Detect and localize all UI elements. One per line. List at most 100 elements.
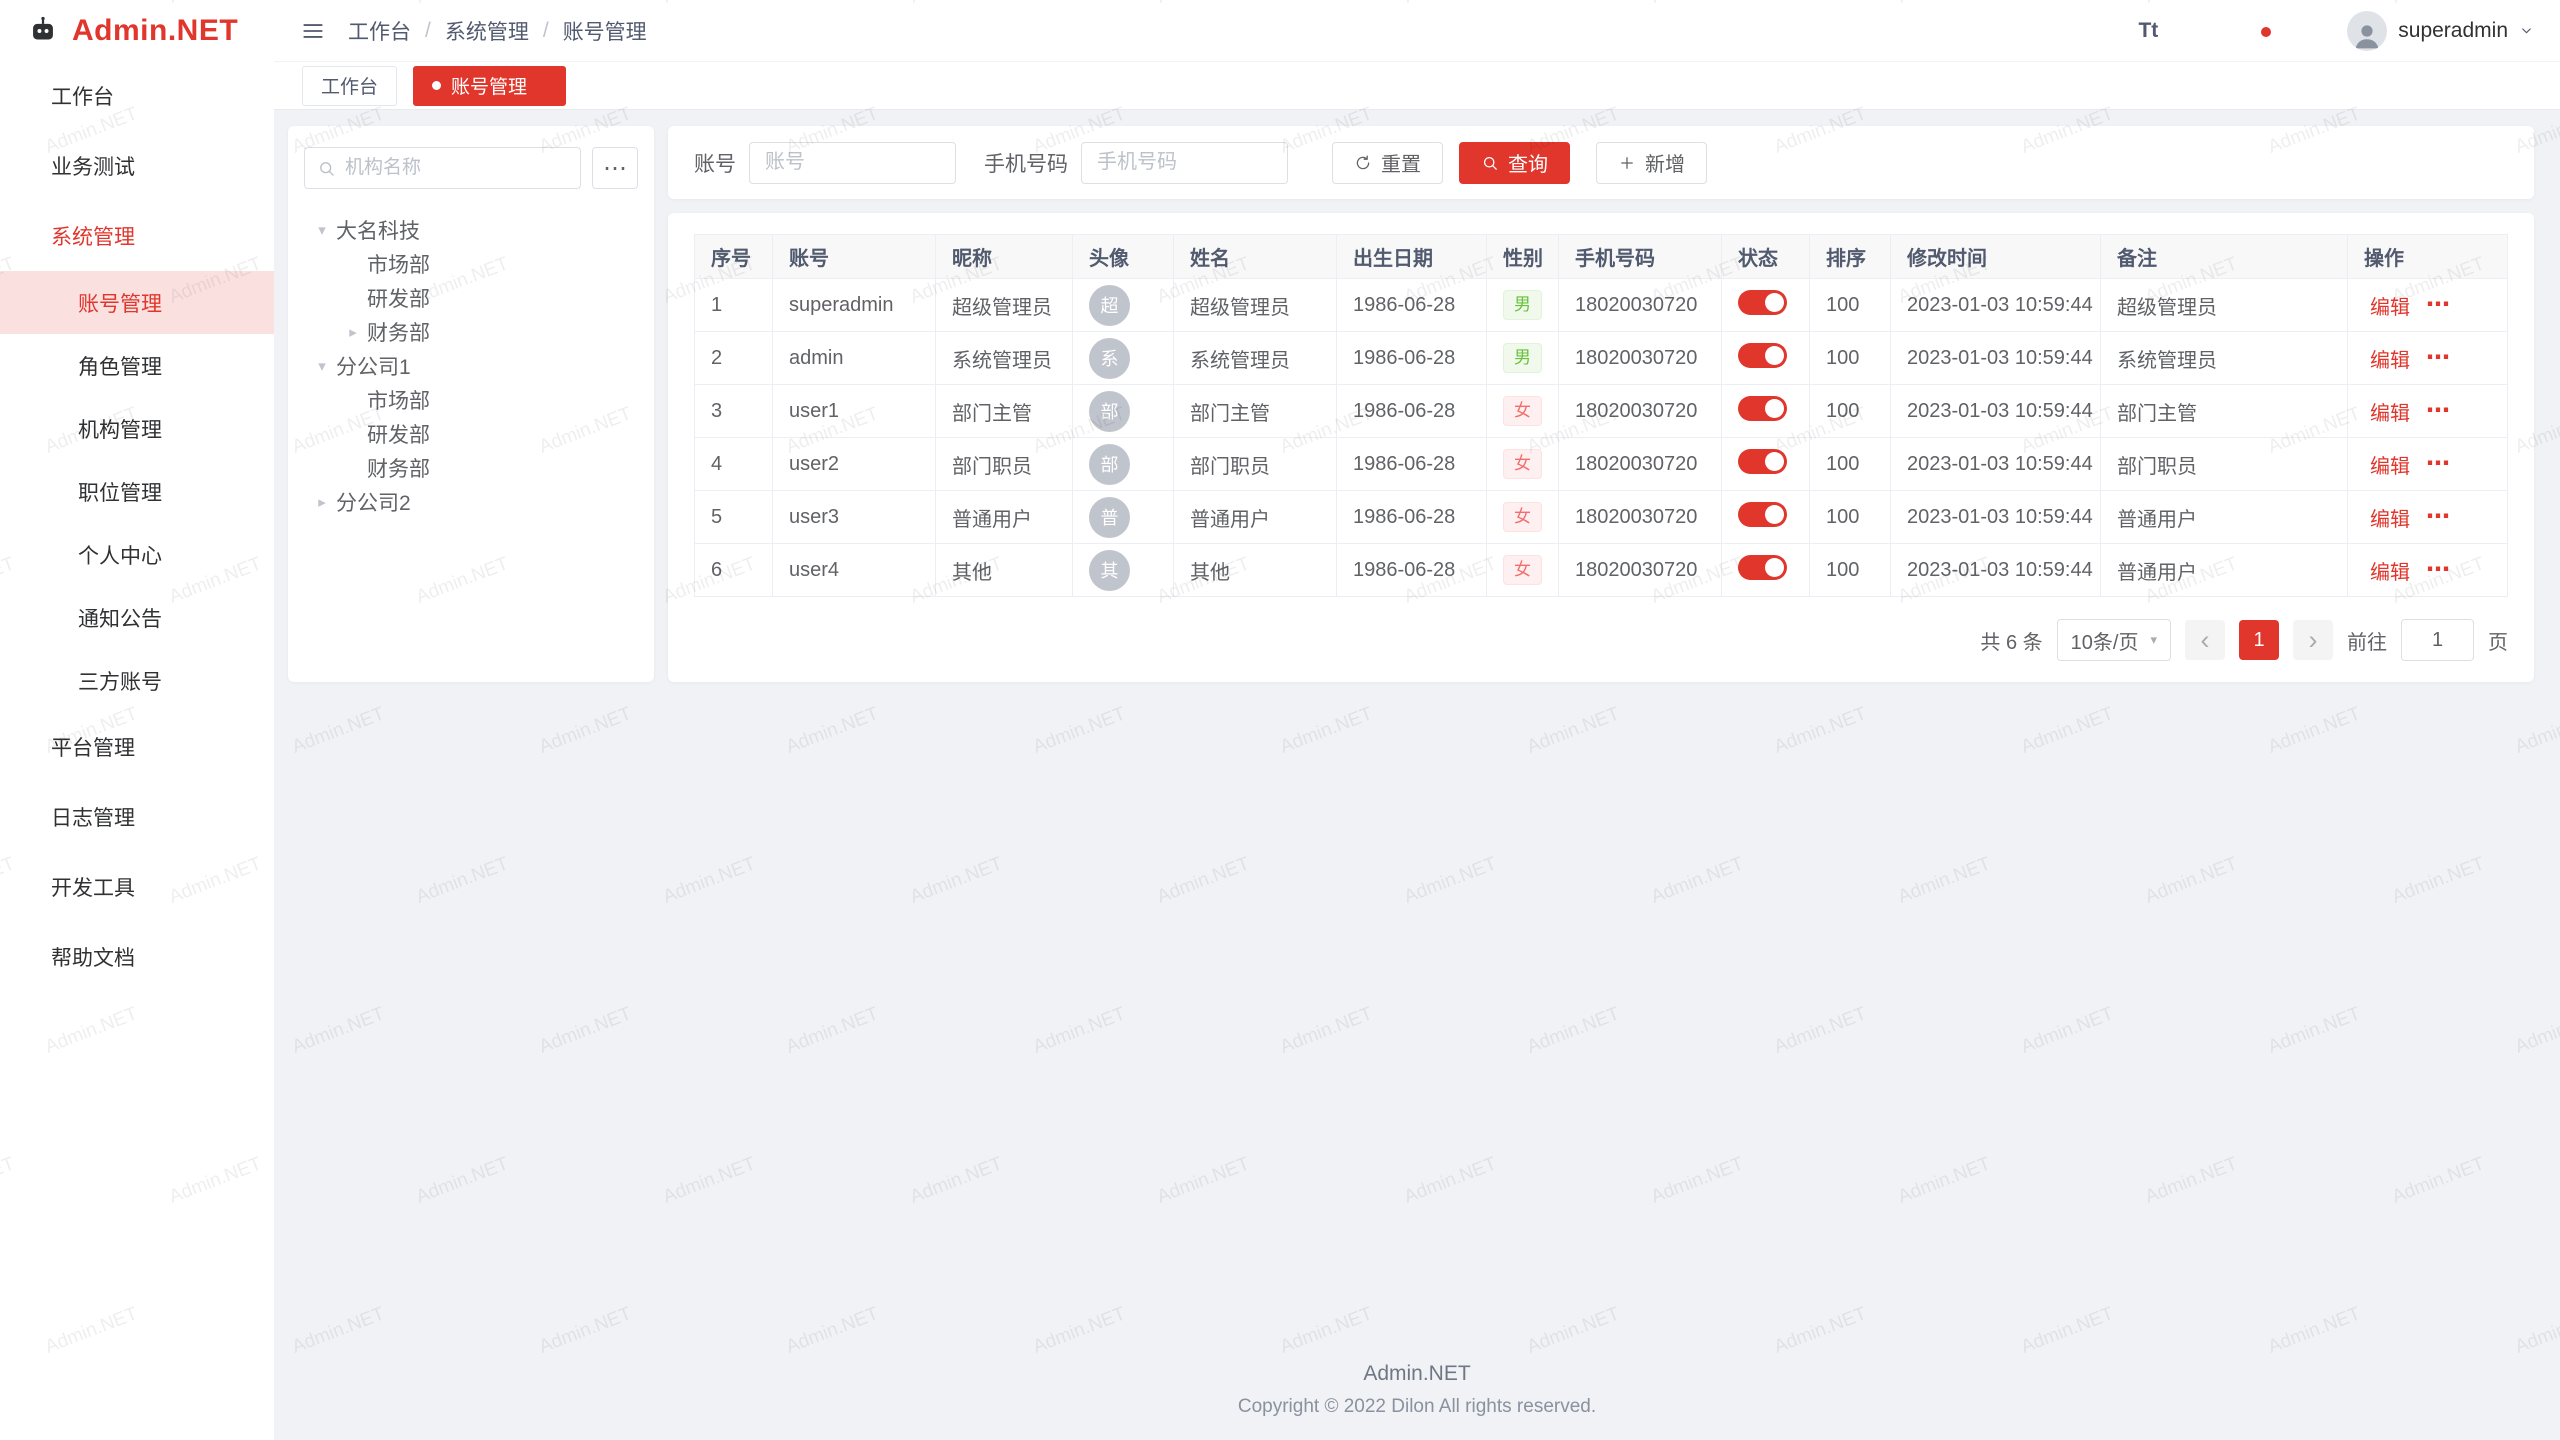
tree-node-label: 研发部 (367, 283, 430, 313)
app-logo[interactable]: Admin.NET (0, 0, 274, 61)
sidebar-subitem[interactable]: 角色管理 (0, 334, 274, 397)
sidebar-item[interactable]: 工作台 (0, 61, 274, 131)
sidebar-subitem[interactable]: 账号管理 (0, 271, 274, 334)
sidebar-subitem[interactable]: 职位管理 (0, 460, 274, 523)
reset-label: 重置 (1381, 148, 1421, 177)
total-count: 共 6 条 (1980, 626, 2042, 655)
breadcrumb-item[interactable]: 账号管理 (563, 16, 647, 46)
sidebar-subitem-label: 职位管理 (78, 477, 162, 507)
sidebar-item[interactable]: 开发工具 (0, 852, 274, 922)
cell-birth-date: 1986-06-28 (1337, 544, 1487, 597)
cell-status (1722, 438, 1810, 491)
cell-no: 2 (695, 332, 773, 385)
avatar: 普 (1089, 497, 1130, 538)
edit-button[interactable]: 编辑 (2364, 556, 2410, 585)
edit-button[interactable]: 编辑 (2364, 397, 2410, 426)
row-more-button[interactable]: ⋯ (2426, 452, 2450, 476)
row-more-button[interactable]: ⋯ (2426, 558, 2450, 582)
cell-modified-time: 2023-01-03 10:59:44 (1891, 491, 2101, 544)
add-button[interactable]: 新增 (1596, 142, 1707, 184)
sidebar-subitem[interactable]: 个人中心 (0, 523, 274, 586)
tree-node[interactable]: 市场部 (304, 383, 638, 417)
breadcrumb-item[interactable]: 系统管理 (445, 16, 529, 46)
column-header: 修改时间 (1891, 235, 2101, 279)
cell-phone: 18020030720 (1559, 544, 1722, 597)
menu-collapse-icon[interactable] (300, 18, 326, 44)
row-more-button[interactable]: ⋯ (2426, 399, 2450, 423)
phone-input[interactable] (1081, 142, 1288, 184)
sidebar-item[interactable]: 平台管理 (0, 712, 274, 782)
tree-caret-icon[interactable]: ▾ (308, 221, 336, 239)
tree-node[interactable]: 市场部 (304, 247, 638, 281)
sidebar-subitem[interactable]: 机构管理 (0, 397, 274, 460)
cell-nickname: 普通用户 (936, 491, 1073, 544)
edit-button[interactable]: 编辑 (2364, 291, 2410, 320)
column-header: 序号 (695, 235, 773, 279)
gender-badge: 女 (1503, 502, 1542, 532)
sidebar-item[interactable]: 日志管理 (0, 782, 274, 852)
sidebar-subitem[interactable]: 三方账号 (0, 649, 274, 712)
edit-button[interactable]: 编辑 (2364, 344, 2410, 373)
tree-node[interactable]: 财务部 (304, 451, 638, 485)
sidebar-item[interactable]: 帮助文档 (0, 922, 274, 992)
tree-caret-icon[interactable]: ▸ (308, 493, 336, 511)
add-label: 新增 (1645, 148, 1685, 177)
row-more-button[interactable]: ⋯ (2426, 346, 2450, 370)
status-toggle[interactable] (1738, 555, 1787, 580)
font-size-icon[interactable]: Tt (2138, 19, 2158, 43)
tree-caret-icon[interactable]: ▾ (308, 357, 336, 375)
tree-node-label: 研发部 (367, 419, 430, 449)
sidebar-item[interactable]: 系统管理 (0, 201, 274, 271)
user-menu[interactable]: superadmin (2347, 11, 2534, 51)
edit-label: 编辑 (2370, 397, 2410, 426)
tree-node-label: 财务部 (367, 453, 430, 483)
goto-page-input[interactable] (2401, 619, 2474, 661)
status-toggle[interactable] (1738, 396, 1787, 421)
tree-more-button[interactable]: ⋯ (592, 147, 638, 189)
tree-node-label: 分公司2 (336, 487, 411, 517)
tree-node[interactable]: ▾分公司1 (304, 349, 638, 383)
status-toggle[interactable] (1738, 502, 1787, 527)
table-row: 4user2部门职员部部门职员1986-06-28女18020030720100… (695, 438, 2508, 491)
tree-node[interactable]: 研发部 (304, 417, 638, 451)
tree-node[interactable]: ▸分公司2 (304, 485, 638, 519)
prev-page-button[interactable]: ‹ (2185, 620, 2225, 660)
cell-gender: 女 (1487, 544, 1559, 597)
row-more-button[interactable]: ⋯ (2426, 505, 2450, 529)
tab[interactable]: 账号管理 (413, 66, 566, 106)
breadcrumb-item[interactable]: 工作台 (348, 16, 411, 46)
cell-modified-time: 2023-01-03 10:59:44 (1891, 544, 2101, 597)
cell-nickname: 其他 (936, 544, 1073, 597)
tab-label: 工作台 (321, 72, 378, 99)
reset-button[interactable]: 重置 (1332, 142, 1443, 184)
edit-button[interactable]: 编辑 (2364, 450, 2410, 479)
page-size-select[interactable]: 10条/页 ▾ (2057, 619, 2171, 661)
status-toggle[interactable] (1738, 449, 1787, 474)
edit-button[interactable]: 编辑 (2364, 503, 2410, 532)
row-more-button[interactable]: ⋯ (2426, 293, 2450, 317)
tree-node[interactable]: ▸财务部 (304, 315, 638, 349)
status-toggle[interactable] (1738, 290, 1787, 315)
edit-label: 编辑 (2370, 450, 2410, 479)
cell-nickname: 系统管理员 (936, 332, 1073, 385)
avatar: 部 (1089, 444, 1130, 485)
cell-actions: 编辑 ⋯ (2348, 438, 2508, 491)
tree-caret-icon[interactable]: ▸ (339, 323, 367, 341)
cell-gender: 男 (1487, 279, 1559, 332)
sidebar-item-label: 工作台 (51, 81, 250, 111)
tree-node-label: 市场部 (367, 385, 430, 415)
search-button[interactable]: 查询 (1459, 142, 1570, 184)
tab-label: 账号管理 (451, 72, 527, 99)
sidebar-subitem[interactable]: 通知公告 (0, 586, 274, 649)
cell-name: 其他 (1174, 544, 1337, 597)
sidebar-item[interactable]: 业务测试 (0, 131, 274, 201)
status-toggle[interactable] (1738, 343, 1787, 368)
tree-node[interactable]: 研发部 (304, 281, 638, 315)
tree-node[interactable]: ▾大名科技 (304, 213, 638, 247)
tab[interactable]: 工作台 (302, 66, 397, 106)
tab-bar: 工作台 账号管理 (274, 61, 2560, 110)
account-input[interactable] (749, 142, 956, 184)
current-page-button[interactable]: 1 (2239, 620, 2279, 660)
org-search-input[interactable] (345, 157, 568, 179)
next-page-button[interactable]: › (2293, 620, 2333, 660)
